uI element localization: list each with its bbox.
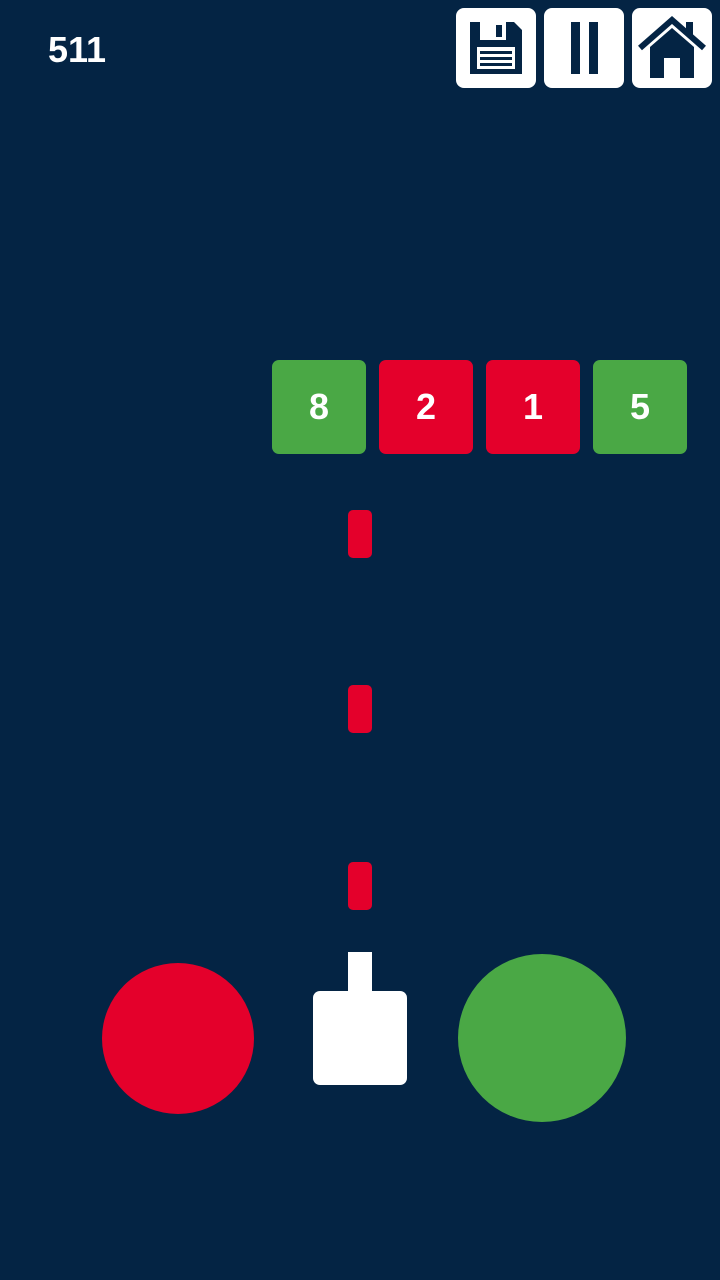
number-block: 8 [272, 360, 366, 454]
pause-icon [552, 16, 616, 80]
floppy-disk-icon [464, 16, 528, 80]
number-block: 5 [593, 360, 687, 454]
block-value: 8 [308, 386, 330, 427]
save-button[interactable] [456, 8, 536, 88]
bullet [348, 510, 372, 558]
bullet [348, 685, 372, 733]
block-value: 5 [629, 386, 651, 427]
bullet [348, 862, 372, 910]
number-block: 2 [379, 360, 473, 454]
red-ball-button[interactable] [102, 963, 254, 1114]
score-display: 511 [48, 29, 107, 70]
cannon-barrel [348, 952, 372, 996]
home-button[interactable] [632, 8, 712, 88]
cannon[interactable] [313, 991, 407, 1085]
block-value: 2 [415, 386, 437, 427]
pause-button[interactable] [544, 8, 624, 88]
block-value: 1 [522, 386, 544, 427]
green-ball-button[interactable] [458, 954, 626, 1122]
home-icon [636, 12, 708, 84]
number-block: 1 [486, 360, 580, 454]
